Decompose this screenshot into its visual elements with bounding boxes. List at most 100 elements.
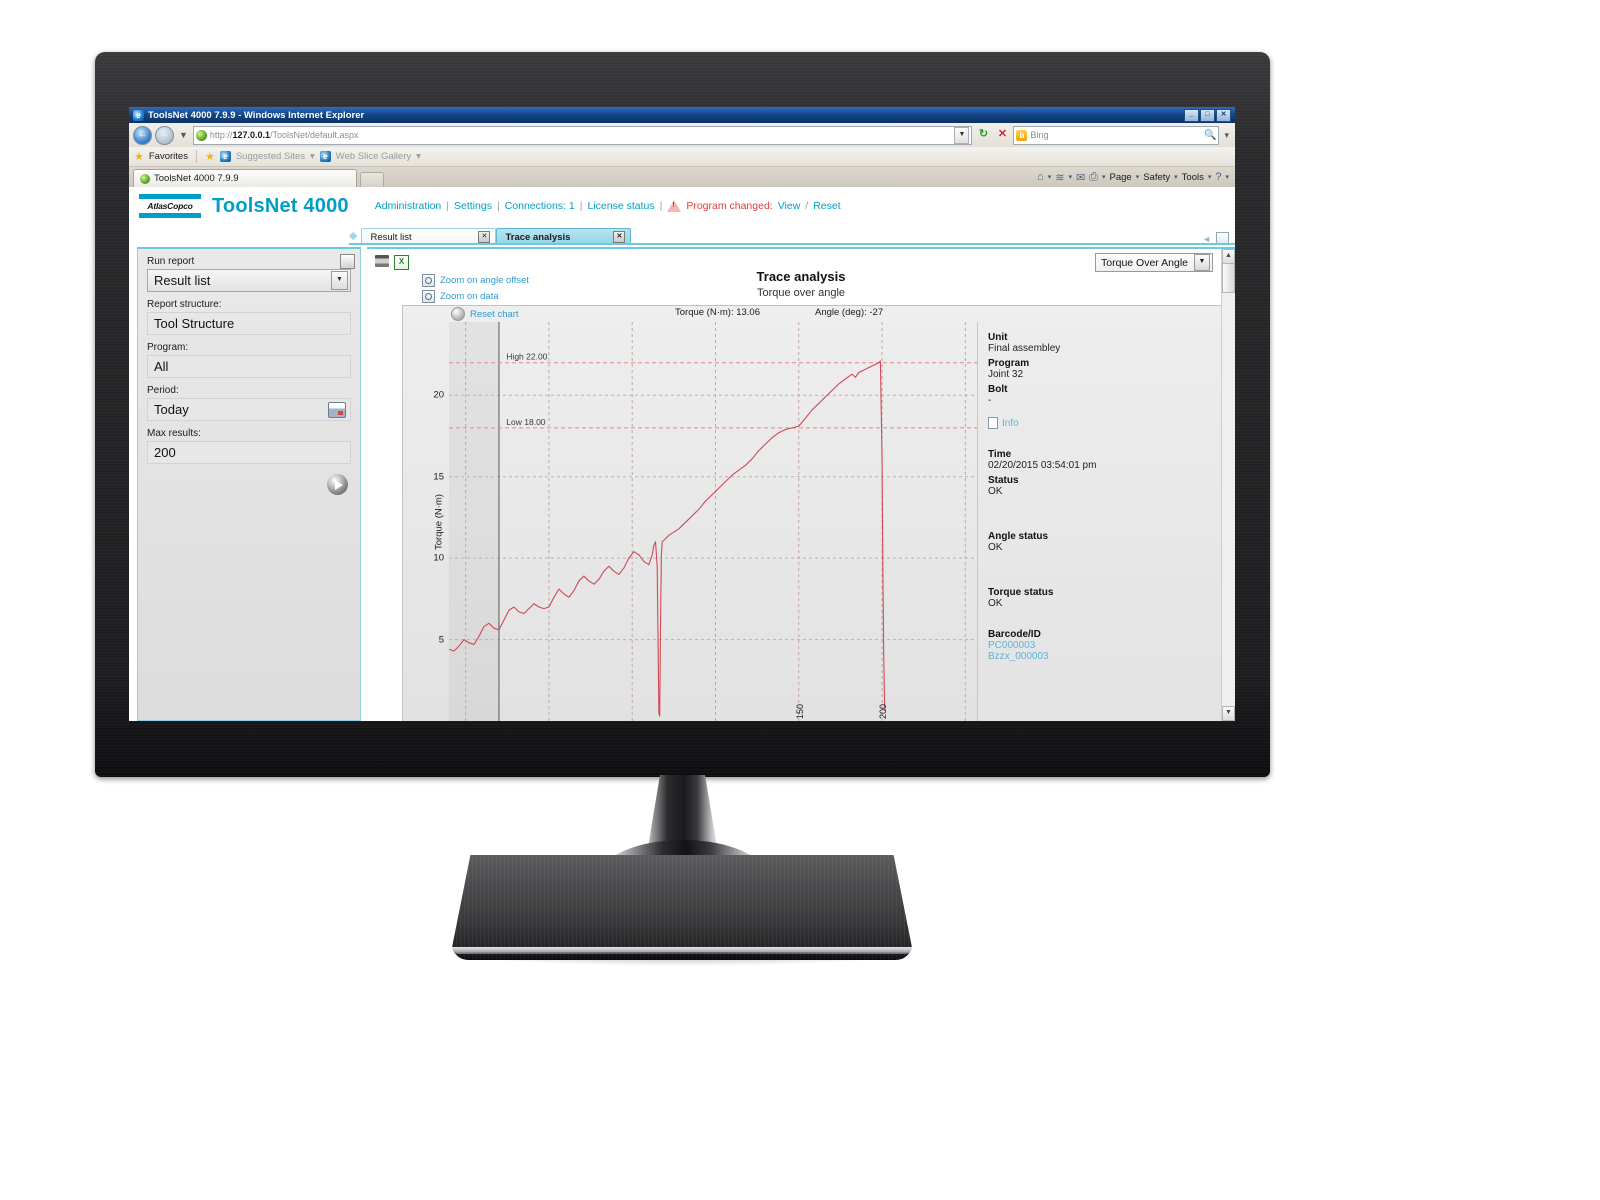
close-icon[interactable]: ✕ bbox=[478, 231, 491, 243]
angle-status-label: Angle status bbox=[988, 531, 1049, 542]
nav-license-status[interactable]: License status bbox=[587, 200, 654, 212]
search-provider-caret-icon[interactable]: ▾ bbox=[1222, 130, 1231, 141]
browser-tab[interactable]: ToolsNet 4000 7.9.9 bbox=[133, 169, 357, 187]
home-icon[interactable]: ⌂ bbox=[1037, 171, 1044, 183]
web-slice-caret-icon[interactable]: ▾ bbox=[416, 151, 421, 162]
minimize-button[interactable]: _ bbox=[1184, 108, 1199, 122]
app-tab-strip: ◆ Result list ✕ Trace analysis ✕ ◄ bbox=[129, 225, 1235, 245]
print-icon[interactable]: ⎙ bbox=[1089, 171, 1098, 184]
program-changed-view-link[interactable]: View bbox=[778, 200, 801, 212]
plot-wrapper: Torque (N·m) High 22.00 Low 18.00 5 10 15 20… bbox=[403, 322, 1228, 721]
suggested-sites-label[interactable]: Suggested Sites bbox=[236, 151, 305, 162]
tab-underline bbox=[349, 243, 1235, 245]
feeds-icon[interactable]: ≋ bbox=[1055, 171, 1064, 184]
program-input[interactable]: All bbox=[147, 355, 351, 378]
home-caret-icon[interactable]: ▾ bbox=[1048, 173, 1052, 181]
close-icon[interactable]: ✕ bbox=[613, 231, 626, 243]
recent-pages-caret-icon[interactable]: ▼ bbox=[177, 130, 190, 140]
browser-tab-label: ToolsNet 4000 7.9.9 bbox=[154, 173, 239, 184]
reset-chart-control[interactable]: Reset chart bbox=[451, 307, 519, 321]
search-icon[interactable]: 🔍 bbox=[1204, 130, 1216, 141]
max-results-input[interactable]: 200 bbox=[147, 441, 351, 464]
run-report-value: Result list bbox=[154, 273, 211, 288]
run-report-label: Run report bbox=[147, 256, 195, 267]
new-tab-button[interactable] bbox=[360, 172, 384, 187]
status-label: Status bbox=[988, 475, 1019, 486]
back-button[interactable]: ← bbox=[133, 125, 152, 145]
close-button[interactable]: ✕ bbox=[1216, 108, 1231, 122]
forward-button[interactable]: → bbox=[155, 125, 174, 145]
feeds-caret-icon[interactable]: ▾ bbox=[1068, 173, 1072, 181]
bolt-label: Bolt bbox=[988, 384, 1008, 395]
chart-view-select[interactable]: Torque Over Angle ▼ bbox=[1095, 253, 1213, 272]
atlas-copco-logo: AtlasCopco bbox=[139, 194, 201, 218]
reset-chart-label: Reset chart bbox=[470, 308, 519, 320]
mail-icon[interactable]: ✉ bbox=[1076, 171, 1085, 184]
tools-caret-icon[interactable]: ▾ bbox=[1208, 173, 1212, 181]
browser-title-bar: e ToolsNet 4000 7.9.9 - Windows Internet… bbox=[129, 107, 1235, 123]
command-bar: ⌂ ▾ ≋ ▾ ✉ ⎙ ▾ Page ▾ Safety ▾ Tools ▾ ? … bbox=[1037, 167, 1235, 187]
y-tick-label: 20 bbox=[433, 389, 444, 401]
sidebar-collapse-button[interactable] bbox=[340, 254, 355, 269]
tools-menu[interactable]: Tools bbox=[1182, 172, 1204, 183]
bolt-value: - bbox=[988, 395, 992, 406]
internet-explorer-icon: e bbox=[133, 109, 144, 121]
y-tick-label: 15 bbox=[433, 471, 444, 483]
favorites-star-icon[interactable]: ★ bbox=[134, 150, 144, 163]
program-value: All bbox=[154, 359, 169, 374]
calendar-icon[interactable] bbox=[328, 401, 346, 418]
excel-export-icon[interactable]: X bbox=[394, 255, 409, 270]
tab-label: Trace analysis bbox=[505, 231, 571, 243]
tab-label: Result list bbox=[370, 231, 412, 243]
add-favorite-icon[interactable]: ★ bbox=[205, 150, 215, 163]
nav-settings[interactable]: Settings bbox=[454, 200, 492, 212]
scroll-up-button[interactable]: ▲ bbox=[1222, 249, 1235, 264]
page-menu[interactable]: Page bbox=[1110, 172, 1132, 183]
print-caret-icon[interactable]: ▾ bbox=[1102, 173, 1106, 181]
search-box[interactable]: b Bing 🔍 bbox=[1013, 125, 1220, 145]
program-changed-reset-link[interactable]: Reset bbox=[813, 200, 840, 212]
run-report-button[interactable] bbox=[327, 474, 348, 495]
reset-icon bbox=[451, 307, 465, 321]
run-report-select[interactable]: Result list ▼ bbox=[147, 269, 351, 292]
scrollbar-thumb[interactable] bbox=[1222, 263, 1235, 293]
barcode-value-1[interactable]: PC000003 bbox=[988, 640, 1228, 651]
chart-topbar: Reset chart Torque (N·m): 13.06 Angle (d… bbox=[403, 306, 1228, 322]
scroll-down-button[interactable]: ▼ bbox=[1222, 706, 1235, 721]
help-caret-icon[interactable]: ▾ bbox=[1225, 173, 1229, 181]
stop-icon[interactable]: ✕ bbox=[994, 127, 1010, 143]
favorites-label[interactable]: Favorites bbox=[149, 151, 188, 162]
maximize-button[interactable]: □ bbox=[1200, 108, 1215, 122]
safety-caret-icon[interactable]: ▾ bbox=[1174, 173, 1178, 181]
print-icon[interactable] bbox=[375, 255, 389, 267]
barcode-value-2[interactable]: Bzzx_000003 bbox=[988, 651, 1228, 662]
svg-text:High 22.00: High 22.00 bbox=[506, 352, 547, 362]
chevron-down-icon[interactable]: ▼ bbox=[1194, 254, 1210, 271]
plot-area[interactable]: High 22.00 Low 18.00 5 10 15 20 150 200 bbox=[433, 322, 982, 721]
chevron-down-icon[interactable]: ▼ bbox=[331, 271, 348, 290]
period-input[interactable]: Today bbox=[147, 398, 351, 421]
monitor-bezel: e ToolsNet 4000 7.9.9 - Windows Internet… bbox=[95, 52, 1270, 777]
torque-over-angle-chart: High 22.00 Low 18.00 bbox=[448, 322, 982, 721]
browser-tab-row: ToolsNet 4000 7.9.9 ⌂ ▾ ≋ ▾ ✉ ⎙ ▾ Page ▾… bbox=[129, 167, 1235, 187]
nav-connections[interactable]: Connections: 1 bbox=[505, 200, 575, 212]
torque-readout: Torque (N·m): 13.06 bbox=[675, 307, 761, 318]
program-label: Program: bbox=[147, 342, 189, 353]
address-bar[interactable]: http://127.0.0.1/ToolsNet/default.aspx ▼ bbox=[192, 125, 973, 145]
suggested-sites-caret-icon[interactable]: ▾ bbox=[310, 151, 315, 162]
address-dropdown-icon[interactable]: ▼ bbox=[954, 126, 970, 144]
refresh-icon[interactable]: ↻ bbox=[975, 127, 991, 143]
page-caret-icon[interactable]: ▾ bbox=[1136, 173, 1140, 181]
info-link[interactable]: Info bbox=[988, 417, 1228, 429]
report-sidebar: Run report Result list ▼ Report structur… bbox=[137, 247, 361, 721]
torque-status-value: OK bbox=[988, 598, 1003, 609]
content-scrollbar[interactable]: ▲ ▼ bbox=[1221, 249, 1235, 721]
web-slice-label[interactable]: Web Slice Gallery bbox=[336, 151, 411, 162]
help-icon[interactable]: ? bbox=[1215, 171, 1221, 183]
nav-administration[interactable]: Administration bbox=[375, 200, 442, 212]
tab-scroll-icon[interactable]: ◄ bbox=[1202, 234, 1211, 244]
pin-icon[interactable]: ◆ bbox=[349, 229, 357, 242]
chart-container: Reset chart Torque (N·m): 13.06 Angle (d… bbox=[402, 305, 1229, 721]
report-structure-input[interactable]: Tool Structure bbox=[147, 312, 351, 335]
safety-menu[interactable]: Safety bbox=[1143, 172, 1170, 183]
